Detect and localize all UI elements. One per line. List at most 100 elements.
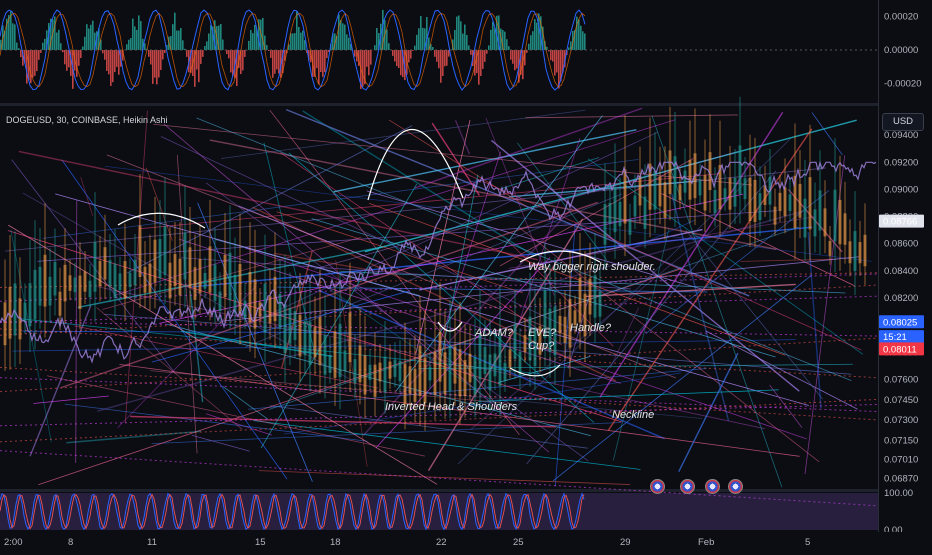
macd-bar xyxy=(386,30,388,50)
candle-body xyxy=(189,247,192,287)
macd-bar xyxy=(118,50,120,75)
candle-body xyxy=(409,366,412,393)
pane-separator-top xyxy=(0,103,932,106)
time-axis-bg xyxy=(0,532,932,550)
candle-body xyxy=(669,150,672,194)
candle-body xyxy=(494,353,497,376)
candle-body xyxy=(734,178,737,207)
price-tick-label: 0.07450 xyxy=(884,395,918,406)
candle-body xyxy=(684,171,687,193)
macd-bar xyxy=(408,50,410,62)
macd-bar xyxy=(42,43,44,50)
candle-body xyxy=(774,207,777,225)
time-tick-label: 5 xyxy=(805,537,810,548)
price-tick-label: 0.07010 xyxy=(884,455,918,466)
macd-bar xyxy=(114,50,116,72)
candle-body xyxy=(84,271,87,291)
macd-bar xyxy=(552,50,554,62)
candle-body xyxy=(714,190,717,213)
macd-bar xyxy=(412,50,414,51)
macd-bar xyxy=(134,26,136,50)
candle-body xyxy=(854,231,857,271)
macd-bar xyxy=(568,47,570,50)
candle-body xyxy=(284,304,287,353)
macd-bar xyxy=(490,30,492,50)
macd-bar xyxy=(578,19,580,50)
candle-body xyxy=(159,239,162,278)
macd-bar xyxy=(220,24,222,50)
candle-body xyxy=(639,176,642,205)
macd-bar xyxy=(228,50,230,58)
candle-body xyxy=(319,317,322,365)
trading-chart[interactable]: Way bigger right shoulder.ADAM?EVE?Cup?H… xyxy=(0,0,932,550)
macd-bar xyxy=(304,40,306,50)
candle-body xyxy=(399,361,402,381)
candle-body xyxy=(759,193,762,220)
candle-body xyxy=(124,261,127,298)
flag-icon xyxy=(728,479,743,494)
macd-bar xyxy=(376,28,378,50)
candle-body xyxy=(489,354,492,390)
macd-bar xyxy=(30,50,32,83)
price-tick-label: 0.07300 xyxy=(884,415,918,426)
macd-bar xyxy=(504,32,506,50)
macd-bar xyxy=(196,50,198,69)
annotation-label: Cup? xyxy=(528,340,555,352)
candle-body xyxy=(784,187,787,216)
candle-body xyxy=(119,273,122,290)
macd-bar xyxy=(294,33,296,50)
macd-bar xyxy=(556,50,558,72)
macd-bar xyxy=(488,45,490,50)
time-tick-label: 8 xyxy=(68,537,73,548)
currency-button[interactable]: USD xyxy=(882,113,924,131)
macd-bar xyxy=(484,50,486,62)
candle-body xyxy=(704,175,707,211)
candle-body xyxy=(89,281,92,298)
macd-bar xyxy=(416,35,418,50)
macd-bar xyxy=(410,50,412,59)
candle-body xyxy=(154,240,157,283)
macd-bar xyxy=(446,50,448,66)
price-tick-label: 0.09400 xyxy=(884,130,918,141)
candle-body xyxy=(484,347,487,374)
macd-bar xyxy=(302,31,304,50)
time-axis: 2:008111518222529Feb5 xyxy=(0,532,932,550)
candle-body xyxy=(414,369,417,402)
candle-body xyxy=(49,277,52,306)
macd-bar xyxy=(154,50,156,78)
macd-bar xyxy=(60,43,62,50)
macd-bar xyxy=(266,45,268,50)
candle-body xyxy=(314,327,317,357)
macd-bar xyxy=(580,26,582,50)
candle-body xyxy=(824,208,827,236)
candle-body xyxy=(859,242,862,263)
pane-separator-bottom xyxy=(0,489,932,492)
candle-body xyxy=(229,253,232,301)
candle-body xyxy=(39,267,42,306)
macd-bar xyxy=(88,28,90,50)
macd-bar xyxy=(20,50,22,57)
candle-body xyxy=(224,255,227,297)
candle-body xyxy=(404,364,407,405)
macd-bar xyxy=(58,30,60,50)
macd-bar xyxy=(92,21,94,50)
candle-body xyxy=(99,261,102,286)
macd-bar xyxy=(32,50,34,78)
candle-body xyxy=(459,349,462,396)
candle-body xyxy=(464,360,467,396)
macd-bar xyxy=(274,50,276,74)
candle-body xyxy=(744,178,747,199)
macd-bar xyxy=(426,17,428,50)
macd-bar xyxy=(576,17,578,50)
macd-bar xyxy=(268,50,270,51)
macd-bar xyxy=(136,30,138,50)
macd-bar xyxy=(460,21,462,50)
candle-body xyxy=(864,235,867,266)
candle-body xyxy=(199,259,202,293)
candle-body xyxy=(514,324,517,358)
macd-bar xyxy=(584,33,586,50)
macd-bar xyxy=(582,31,584,50)
macd-bar xyxy=(346,34,348,50)
macd-bar xyxy=(130,38,132,50)
macd-bar xyxy=(38,50,40,60)
